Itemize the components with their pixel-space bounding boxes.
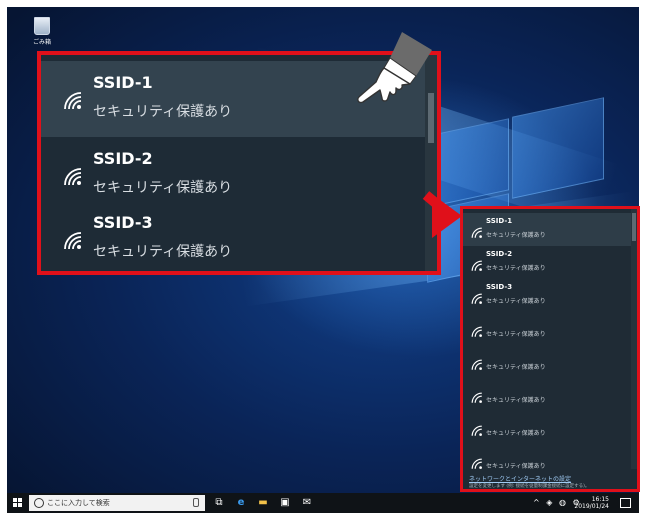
network-ssid: SSID-2 — [93, 149, 153, 168]
microphone-icon[interactable] — [193, 498, 199, 507]
wifi-signal-icon — [471, 326, 482, 337]
network-ssid: SSID-1 — [486, 217, 513, 225]
wifi-signal-icon — [471, 425, 482, 436]
mail-icon[interactable]: ✉ — [301, 497, 313, 509]
file-explorer-icon[interactable]: ▬ — [257, 497, 269, 509]
recycle-bin-icon — [34, 17, 50, 35]
network-settings-link[interactable]: ネットワークとインターネットの設定 — [469, 474, 571, 483]
network-ssid: SSID-1 — [93, 73, 153, 92]
clock[interactable]: 16:15 2019/01/24 — [574, 496, 609, 510]
scrollbar-thumb[interactable] — [632, 213, 636, 241]
network-security: セキュリティ保護あり — [486, 331, 546, 338]
scrollbar[interactable] — [631, 209, 637, 469]
network-security: セキュリティ保護あり — [93, 180, 233, 196]
network-security: セキュリティ保護あり — [93, 244, 233, 260]
wifi-signal-icon — [471, 227, 482, 238]
action-center-icon[interactable] — [620, 498, 631, 508]
network-security: セキュリティ保護あり — [486, 265, 546, 272]
clock-time: 16:15 — [591, 496, 609, 503]
store-icon[interactable]: ▣ — [279, 497, 291, 509]
flyout-network-item[interactable]: SSID-2 セキュリティ保護あり — [463, 246, 631, 279]
taskbar: ここに入力して検索 ⧉ e ▬ ▣ ✉ ^ ◈ ◍ ⚙ 16:15 2019/0… — [7, 493, 639, 513]
network-settings-note: 設定を変更します (例: 接続を従量制課金接続に設定する)。 — [469, 484, 590, 489]
windows-logo-icon[interactable] — [13, 498, 23, 508]
network-security: セキュリティ保護あり — [486, 232, 546, 239]
recycle-bin[interactable]: ごみ箱 — [29, 17, 55, 46]
search-placeholder: ここに入力して検索 — [47, 499, 110, 507]
wifi-signal-icon — [471, 260, 482, 271]
network-security: セキュリティ保護あり — [486, 463, 546, 470]
wifi-signal-icon — [471, 458, 482, 469]
flyout-network-item[interactable]: セキュリティ保護あり — [463, 444, 631, 477]
network-security: セキュリティ保護あり — [486, 430, 546, 437]
network-ssid: SSID-3 — [93, 213, 153, 232]
flyout-network-item[interactable]: セキュリティ保護あり — [463, 312, 631, 345]
network-security: セキュリティ保護あり — [93, 104, 233, 120]
flyout-network-item[interactable]: SSID-1 セキュリティ保護あり — [463, 213, 631, 246]
wifi-signal-icon — [64, 92, 82, 110]
wifi-signal-icon — [64, 232, 82, 250]
search-icon — [34, 498, 44, 508]
network-ssid: SSID-3 — [486, 283, 513, 291]
callout-arrow-icon — [432, 194, 462, 238]
network-security: セキュリティ保護あり — [486, 397, 546, 404]
edge-browser-icon[interactable]: e — [235, 497, 247, 509]
network-flyout: SSID-1 セキュリティ保護あり SSID-2 セキュリティ保護あり SSID… — [460, 206, 640, 492]
clock-date: 2019/01/24 — [574, 503, 609, 510]
pointing-hand-icon — [357, 32, 432, 104]
wifi-signal-icon — [64, 168, 82, 186]
wifi-signal-icon — [471, 392, 482, 403]
network-security: セキュリティ保護あり — [486, 364, 546, 371]
flyout-network-item[interactable]: セキュリティ保護あり — [463, 378, 631, 411]
flyout-network-item[interactable]: SSID-3 セキュリティ保護あり — [463, 279, 631, 312]
recycle-bin-label: ごみ箱 — [32, 39, 51, 46]
network-security: セキュリティ保護あり — [486, 298, 546, 305]
flyout-network-item[interactable]: セキュリティ保護あり — [463, 411, 631, 444]
network-item-ssid-3[interactable]: SSID-3 セキュリティ保護あり — [41, 201, 427, 271]
search-box[interactable]: ここに入力して検索 — [29, 495, 205, 511]
wifi-signal-icon — [471, 293, 482, 304]
wifi-signal-icon — [471, 359, 482, 370]
network-ssid: SSID-2 — [486, 250, 513, 258]
task-view-icon[interactable]: ⧉ — [213, 497, 225, 509]
flyout-network-item[interactable]: セキュリティ保護あり — [463, 345, 631, 378]
